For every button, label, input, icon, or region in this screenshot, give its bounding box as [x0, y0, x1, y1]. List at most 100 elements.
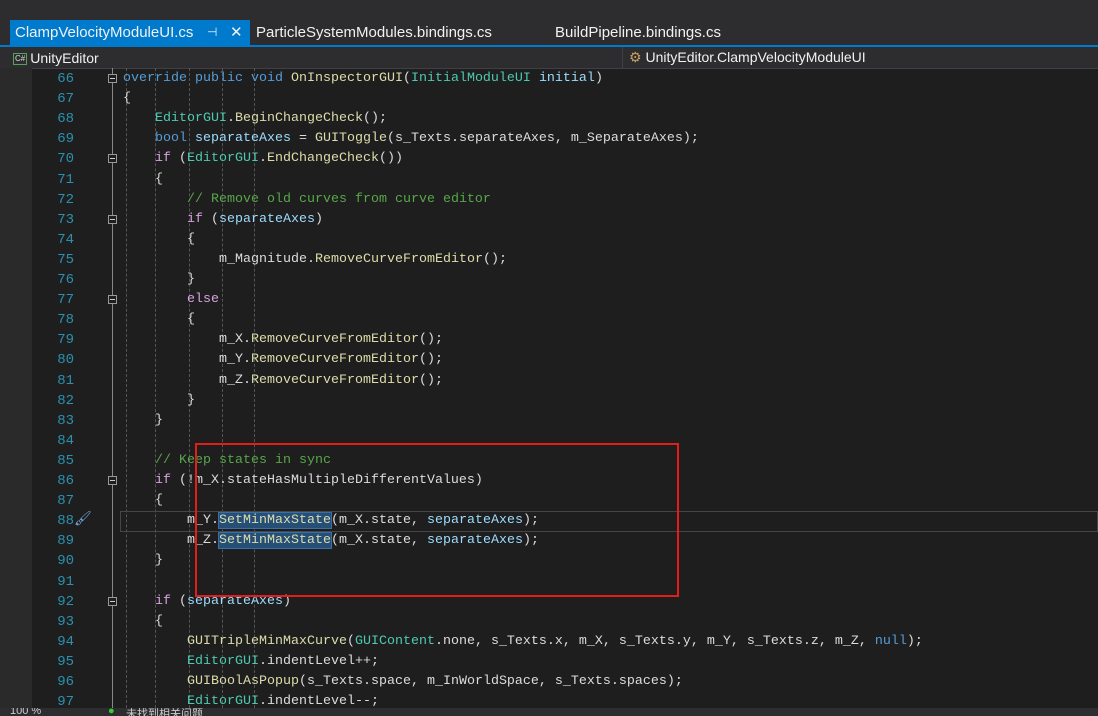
- code-token: bool: [155, 131, 187, 147]
- member-dropdown[interactable]: ⚙ UnityEditor.ClampVelocityModuleUI: [622, 47, 1098, 68]
- code-token: m_Y.: [219, 352, 251, 368]
- code-line[interactable]: if (separateAxes): [187, 210, 323, 230]
- line-number: 74: [57, 231, 74, 248]
- code-line[interactable]: {: [155, 170, 163, 190]
- line-number: 81: [57, 372, 74, 389]
- code-token: EditorGUI: [187, 653, 259, 669]
- code-token: separateAxes: [195, 131, 291, 147]
- code-token: ): [314, 211, 323, 227]
- code-line[interactable]: }: [187, 391, 195, 411]
- code-token: (: [402, 71, 411, 86]
- code-token: }: [155, 553, 163, 569]
- code-token: .none, s_Texts.x, m_X, s_Texts.y, m_Y, s…: [434, 633, 875, 649]
- line-number: 76: [57, 272, 74, 288]
- code-line[interactable]: bool separateAxes = GUIToggle(s_Texts.se…: [155, 129, 699, 149]
- annotation-highlight-box: [195, 443, 679, 597]
- code-token: {: [155, 493, 163, 509]
- code-token: .: [258, 151, 267, 167]
- code-line[interactable]: GUITripleMinMaxCurve(GUIContent.none, s_…: [187, 632, 923, 652]
- pin-icon[interactable]: ⊣: [207, 20, 217, 45]
- code-token: ()): [378, 151, 403, 167]
- code-line[interactable]: EditorGUI.indentLevel--;: [187, 692, 379, 708]
- line-number: 90: [57, 553, 74, 570]
- line-number: 70: [57, 151, 74, 168]
- code-editor[interactable]: 66 override public void OnInspectorGUI(In…: [32, 68, 1098, 708]
- code-token: RemoveCurveFromEditor: [251, 332, 419, 348]
- code-token: null: [874, 633, 907, 649]
- tab-buildpipeline[interactable]: BuildPipeline.bindings.cs: [555, 20, 721, 45]
- code-line[interactable]: EditorGUI.indentLevel++;: [187, 652, 379, 672]
- code-line[interactable]: {: [155, 491, 163, 511]
- collapse-icon[interactable]: [108, 154, 117, 164]
- project-dropdown[interactable]: C# UnityEditor: [13, 48, 99, 68]
- project-label: UnityEditor: [30, 50, 99, 66]
- code-line[interactable]: {: [123, 89, 131, 109]
- code-token: RemoveCurveFromEditor: [251, 372, 419, 388]
- code-token: GUIToggle: [314, 131, 387, 147]
- code-line[interactable]: m_Magnitude.RemoveCurveFromEditor();: [219, 250, 507, 270]
- code-token: m_Magnitude.: [219, 251, 315, 267]
- collapse-icon[interactable]: [108, 596, 117, 606]
- code-line[interactable]: else: [187, 290, 219, 310]
- code-line[interactable]: EditorGUI.BeginChangeCheck();: [155, 109, 387, 129]
- collapse-icon[interactable]: [108, 295, 117, 305]
- code-token: OnInspectorGUI: [290, 71, 403, 86]
- code-line[interactable]: }: [155, 551, 163, 571]
- indent-guide: [126, 68, 127, 708]
- code-token: separateAxes: [219, 211, 315, 227]
- line-number: 79: [57, 332, 74, 349]
- code-token: override public void: [123, 71, 283, 86]
- code-token: BeginChangeCheck: [234, 111, 363, 127]
- code-token: EditorGUI: [155, 111, 227, 127]
- line-number: 82: [57, 392, 74, 409]
- code-line[interactable]: m_Y.RemoveCurveFromEditor();: [219, 350, 443, 370]
- line-number: 73: [57, 211, 74, 228]
- code-token: {: [187, 312, 195, 328]
- code-token: EditorGUI: [187, 694, 259, 708]
- code-token: EndChangeCheck: [266, 151, 379, 167]
- code-line[interactable]: override public void OnInspectorGUI(Init…: [123, 69, 603, 89]
- code-token: {: [155, 171, 163, 187]
- code-line[interactable]: m_X.RemoveCurveFromEditor();: [219, 330, 443, 350]
- code-line[interactable]: }: [187, 270, 195, 290]
- line-number: 92: [57, 593, 74, 610]
- code-token: (: [203, 211, 219, 227]
- collapse-icon[interactable]: [108, 476, 117, 485]
- code-line[interactable]: // Remove old curves from curve editor: [187, 190, 491, 210]
- line-number: 87: [57, 493, 74, 510]
- code-line[interactable]: }: [155, 411, 163, 431]
- code-token: if: [155, 593, 171, 609]
- code-line[interactable]: m_Z.RemoveCurveFromEditor();: [219, 371, 443, 391]
- collapse-icon[interactable]: [108, 74, 117, 83]
- code-line[interactable]: {: [155, 612, 163, 632]
- collapse-icon[interactable]: [108, 214, 117, 224]
- tab-label: ParticleSystemModules.bindings.cs: [256, 24, 492, 41]
- code-token: }: [155, 412, 163, 428]
- line-number: 78: [57, 312, 74, 329]
- code-token: ();: [362, 111, 387, 127]
- zoom-level[interactable]: 100 %: [10, 708, 41, 716]
- line-number: 71: [57, 171, 74, 188]
- status-bar: 100 % ● 未找到相关问题: [0, 708, 1098, 716]
- code-line[interactable]: {: [187, 230, 195, 250]
- line-number: 68: [57, 111, 74, 128]
- code-token: ): [594, 71, 603, 86]
- tab-clampvelocitymoduleui[interactable]: ClampVelocityModuleUI.cs ⊣ ✕: [10, 20, 250, 45]
- code-token: (s_Texts.separateAxes, m_SeparateAxes);: [386, 131, 699, 147]
- close-icon[interactable]: ✕: [230, 20, 243, 45]
- line-number: 96: [57, 674, 74, 690]
- code-token: RemoveCurveFromEditor: [251, 352, 419, 368]
- line-number: 94: [57, 633, 74, 650]
- quick-actions-brush-icon[interactable]: 🖌: [74, 510, 92, 527]
- code-token: GUIBoolAsPopup: [187, 674, 299, 689]
- line-number: 93: [57, 613, 74, 630]
- code-line[interactable]: {: [187, 310, 195, 330]
- code-token: GUIContent: [354, 633, 435, 649]
- csharp-file-icon: C#: [13, 53, 28, 65]
- tab-particlesystemmodules[interactable]: ParticleSystemModules.bindings.cs: [256, 20, 492, 45]
- check-icon: ●: [108, 708, 115, 716]
- code-line[interactable]: if (EditorGUI.EndChangeCheck()): [155, 149, 403, 169]
- code-line[interactable]: GUIBoolAsPopup(s_Texts.space, m_InWorldS…: [187, 672, 683, 692]
- issues-status[interactable]: 未找到相关问题: [126, 708, 203, 716]
